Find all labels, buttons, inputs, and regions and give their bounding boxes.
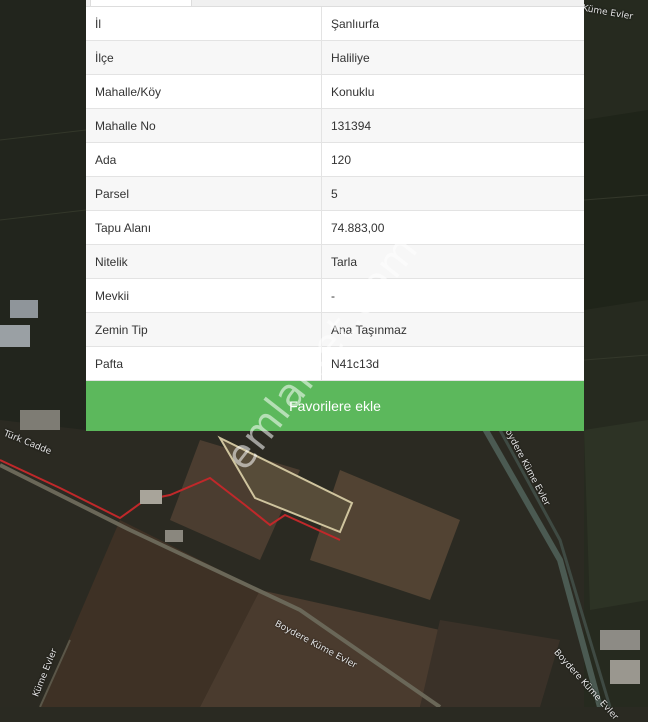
table-row: Mahalle/Köy Konuklu	[86, 74, 584, 109]
field-value: -	[321, 278, 584, 313]
table-row: Ada 120	[86, 142, 584, 177]
field-value: 120	[321, 142, 584, 177]
table-row: Pafta N41c13d	[86, 346, 584, 381]
table-row: İl Şanlıurfa	[86, 7, 584, 41]
field-label: Pafta	[86, 346, 322, 381]
field-label: Mevkii	[86, 278, 322, 313]
field-label: Parsel	[86, 176, 322, 211]
field-label: Mahalle/Köy	[86, 74, 322, 109]
parcel-info-panel: İl Şanlıurfa İlçe Haliliye Mahalle/Köy Konukl…	[86, 0, 584, 431]
table-row: Zemin Tip Ana Taşınmaz	[86, 312, 584, 347]
tab-parcel-info[interactable]	[90, 0, 192, 6]
table-row: Nitelik Tarla	[86, 244, 584, 279]
table-row: Mahalle No 131394	[86, 108, 584, 143]
field-value: 5	[321, 176, 584, 211]
table-row: Parsel 5	[86, 176, 584, 211]
field-label: İl	[86, 7, 322, 41]
field-label: Zemin Tip	[86, 312, 322, 347]
table-row: Tapu Alanı 74.883,00	[86, 210, 584, 245]
table-row: Mevkii -	[86, 278, 584, 313]
parcel-info-table: İl Şanlıurfa İlçe Haliliye Mahalle/Köy Konukl…	[86, 7, 584, 381]
field-value: Ana Taşınmaz	[321, 312, 584, 347]
field-value: Şanlıurfa	[321, 7, 584, 41]
table-row: İlçe Haliliye	[86, 40, 584, 75]
field-value: Konuklu	[321, 74, 584, 109]
field-label: Ada	[86, 142, 322, 177]
field-value: Haliliye	[321, 40, 584, 75]
field-value: 131394	[321, 108, 584, 143]
field-value: Tarla	[321, 244, 584, 279]
field-label: Nitelik	[86, 244, 322, 279]
panel-tabs	[86, 0, 584, 7]
add-to-favorites-button[interactable]: Favorilere ekle	[86, 381, 584, 431]
field-label: Mahalle No	[86, 108, 322, 143]
field-label: Tapu Alanı	[86, 210, 322, 245]
field-label: İlçe	[86, 40, 322, 75]
field-value: N41c13d	[321, 346, 584, 381]
field-value: 74.883,00	[321, 210, 584, 245]
